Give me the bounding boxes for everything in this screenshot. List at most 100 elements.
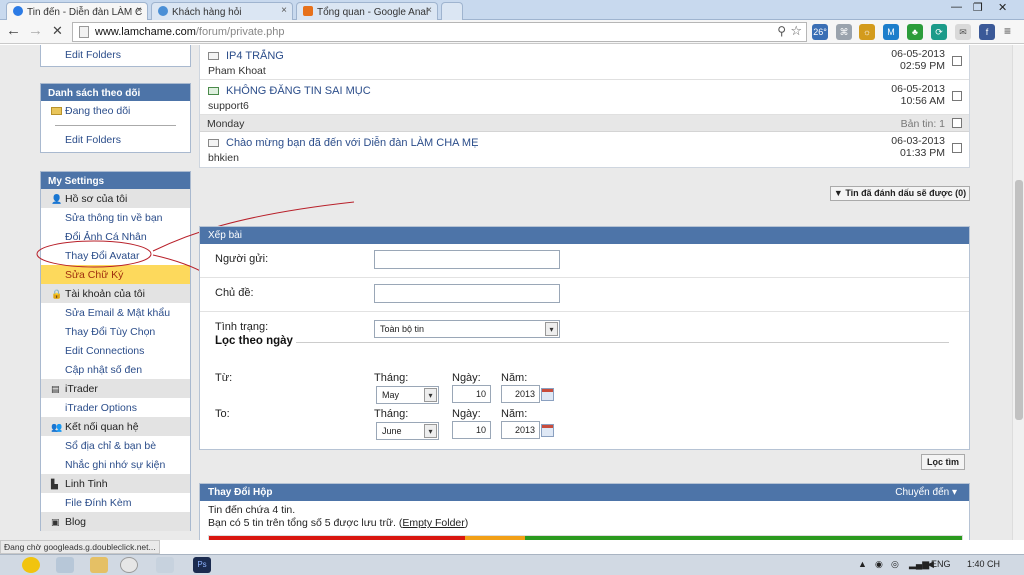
clock[interactable]: 1:40 CH	[967, 559, 1000, 569]
message-sender[interactable]: bhkien	[208, 152, 239, 164]
menu-icon[interactable]: ≡	[1004, 23, 1011, 39]
restore-icon[interactable]: ❐	[973, 1, 983, 14]
to-day-input[interactable]: 10	[452, 421, 491, 439]
from-day-input[interactable]: 10	[452, 385, 491, 403]
sender-input[interactable]	[374, 250, 560, 269]
photoshop-icon[interactable]: Ps	[193, 557, 211, 573]
minimize-icon[interactable]: —	[951, 1, 962, 13]
close-icon[interactable]: ×	[281, 5, 287, 16]
usage-segment	[525, 536, 962, 540]
status-select[interactable]: Toàn bộ tin ▾	[374, 320, 560, 338]
message-sender[interactable]: support6	[208, 100, 249, 112]
divider	[296, 342, 949, 343]
bookmark-star-icon[interactable]: ☆	[790, 23, 802, 39]
url-path: /forum/private.php	[195, 26, 285, 38]
tray-viber-icon[interactable]: ◎	[891, 559, 899, 570]
message-title[interactable]: Chào mừng bạn đã đến với Diễn đàn LÀM CH…	[226, 137, 478, 149]
from-month-select[interactable]: May ▾	[376, 386, 439, 404]
chrome-icon[interactable]	[120, 557, 138, 573]
usage-segment	[465, 536, 526, 540]
day-label: Ngày:	[452, 372, 481, 384]
watching-item[interactable]: Đang theo dõi	[41, 101, 190, 120]
zoom-icon[interactable]: ⚲	[777, 24, 786, 38]
day-label: Ngày:	[452, 408, 481, 420]
stop-icon[interactable]: ✕	[52, 23, 63, 39]
refresh-extension-icon[interactable]: ⟳	[931, 24, 947, 40]
edit-folders-link[interactable]: Edit Folders	[41, 126, 190, 148]
sidebar-group-account[interactable]: 🔒 Tài khoản của tôi	[41, 284, 190, 303]
close-window-icon[interactable]: ✕	[998, 1, 1007, 14]
message-group-header: Monday Bản tin: 1	[200, 115, 969, 132]
translate-icon[interactable]: ⌘	[836, 24, 852, 40]
sidebar-item-connections[interactable]: Edit Connections	[41, 341, 190, 360]
envelope-icon	[208, 52, 219, 60]
sidebar-group-blog[interactable]: ▣ Blog	[41, 512, 190, 531]
sender-row: Người gửi:	[200, 244, 969, 278]
sidebar-group-itrader[interactable]: ▤ iTrader	[41, 379, 190, 398]
message-title[interactable]: KHÔNG ĐĂNG TIN SAI MỤC	[226, 85, 371, 97]
new-tab-button[interactable]	[441, 2, 463, 20]
calendar-icon[interactable]	[541, 388, 554, 401]
address-bar[interactable]: www.lamchame.com/forum/private.php ⚲ ☆	[72, 22, 807, 42]
back-icon[interactable]: ←	[6, 23, 21, 39]
weather-icon[interactable]: 26°	[812, 24, 828, 40]
from-year-input[interactable]: 2013	[501, 385, 540, 403]
forward-icon[interactable]: →	[28, 23, 43, 39]
folders-box: Edit Folders	[40, 45, 191, 67]
tray-arrow-icon[interactable]: ▲	[858, 559, 867, 569]
close-icon[interactable]: ×	[136, 5, 142, 16]
edit-folders-link[interactable]: Edit Folders	[41, 45, 190, 64]
message-checkbox[interactable]	[952, 143, 962, 153]
tray-app-icon[interactable]: ◉	[875, 559, 883, 570]
message-row[interactable]: IP4 TRẮNG Pham Khoat 06-05-2013 02:59 PM	[200, 45, 969, 80]
empty-folder-link[interactable]: Empty Folder	[402, 517, 464, 529]
sidebar-group-misc[interactable]: ▙ Linh Tinh	[41, 474, 190, 493]
jump-to-menu[interactable]: Chuyển đến ▾	[895, 487, 957, 498]
message-row[interactable]: Chào mừng bạn đã đến với Diễn đàn LÀM CH…	[200, 132, 969, 167]
marked-messages-button[interactable]: ▼ Tin đã đánh dấu sẽ được (0)	[830, 186, 970, 201]
sidebar-item-reminders[interactable]: Nhắc ghi nhớ sự kiện	[41, 455, 190, 474]
envelope-read-icon	[208, 87, 219, 95]
sidebar-item-attachments[interactable]: File Đính Kèm	[41, 493, 190, 512]
window-app-icon[interactable]	[156, 557, 174, 573]
messenger-icon[interactable]	[22, 557, 40, 573]
sidebar-item-blacklist[interactable]: Cập nhật số đen	[41, 360, 190, 379]
message-sender[interactable]: Pham Khoat	[208, 65, 266, 77]
tab-customer-questions[interactable]: Khách hàng hỏi ×	[151, 2, 293, 20]
scrollbar-thumb[interactable]	[1015, 180, 1023, 420]
to-year-input[interactable]: 2013	[501, 421, 540, 439]
sidebar-item-email-password[interactable]: Sửa Email & Mật khẩu	[41, 303, 190, 322]
message-checkbox[interactable]	[952, 91, 962, 101]
message-checkbox[interactable]	[952, 56, 962, 66]
sidebar-group-network[interactable]: 👥 Kết nối quan hệ	[41, 417, 190, 436]
filter-heading: Xếp bài	[200, 227, 969, 244]
subject-input[interactable]	[374, 284, 560, 303]
message-title[interactable]: IP4 TRẮNG	[226, 50, 284, 62]
blog-icon: ▣	[51, 517, 60, 527]
subject-label: Chủ đề:	[215, 287, 254, 299]
m-extension-icon[interactable]: M	[883, 24, 899, 40]
facebook-icon[interactable]: f	[979, 24, 995, 40]
sidebar-item-itrader-options[interactable]: iTrader Options	[41, 398, 190, 417]
storage-text: Bạn có 5 tin trên tổng số 5 được lưu trữ…	[208, 517, 469, 529]
network-app-icon[interactable]	[56, 557, 74, 573]
to-month-select[interactable]: June ▾	[376, 422, 439, 440]
gmail-icon[interactable]: ✉	[955, 24, 971, 40]
group-checkbox[interactable]	[952, 118, 962, 128]
tab-analytics[interactable]: Tổng quan - Google Anal ×	[296, 2, 438, 20]
sun-icon[interactable]: ☼	[859, 24, 875, 40]
sidebar-item-options[interactable]: Thay Đổi Tùy Chọn	[41, 322, 190, 341]
filter-search-button[interactable]: Lọc tìm	[921, 454, 965, 470]
calendar-icon[interactable]	[541, 424, 554, 437]
file-explorer-icon[interactable]	[90, 557, 108, 573]
close-icon[interactable]: ×	[426, 5, 432, 16]
tab-inbox[interactable]: Tin đến - Diễn đàn LÀM C ×	[6, 2, 148, 21]
move-box: Thay Đổi Hộp Chuyển đến ▾ Tin đến chứa 4…	[199, 483, 970, 540]
sidebar-item-address-book[interactable]: Sổ địa chỉ & bạn bè	[41, 436, 190, 455]
month-label: Tháng:	[374, 372, 409, 384]
language-indicator[interactable]: ENG	[931, 559, 951, 569]
message-row[interactable]: KHÔNG ĐĂNG TIN SAI MỤC support6 06-05-20…	[200, 80, 969, 115]
page-scrollbar[interactable]	[1012, 45, 1024, 540]
leaf-icon[interactable]: ♣	[907, 24, 923, 40]
sender-label: Người gửi:	[215, 253, 269, 265]
